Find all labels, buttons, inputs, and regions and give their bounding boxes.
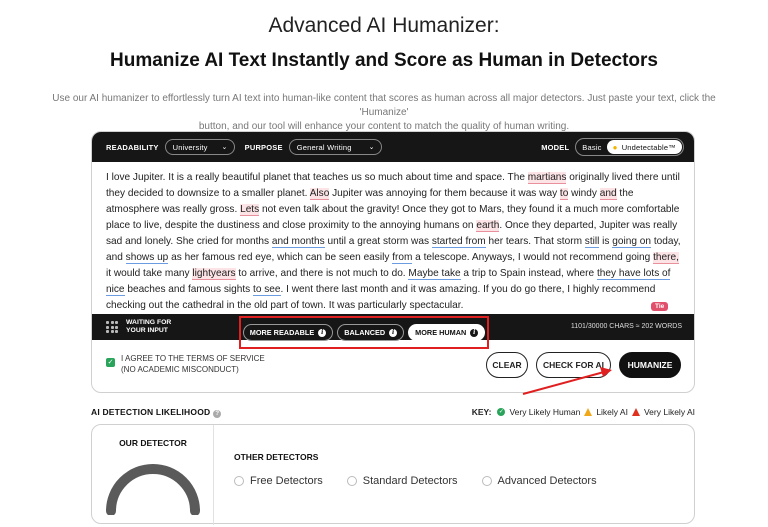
text-segment: Jupiter was annoying for them because it…: [329, 188, 560, 199]
readability-value: University: [172, 142, 208, 152]
tie-badge: Tie: [651, 302, 669, 311]
waiting-status: WAITING FOR YOUR INPUT: [126, 319, 171, 335]
style-highlight[interactable]: shows up: [125, 252, 169, 264]
mode-balanced-button[interactable]: BALANCED i: [337, 324, 405, 341]
mode-label: MORE HUMAN: [415, 328, 467, 337]
style-highlight[interactable]: still: [584, 236, 600, 248]
radio-label: Standard Detectors: [362, 475, 458, 487]
our-detector-title: OUR DETECTOR: [119, 438, 187, 448]
info-icon: i: [318, 328, 327, 337]
grammar-highlight[interactable]: earth: [476, 220, 500, 232]
detector-options: Free Detectors Standard Detectors Advanc…: [234, 475, 597, 487]
text-segment: beaches and famous sights: [124, 284, 254, 295]
text-segment: a trip to Spain instead, where: [460, 268, 597, 279]
grammar-highlight[interactable]: lightyears: [192, 268, 236, 280]
text-segment: windy: [568, 188, 600, 199]
text-segment: until a great storm was: [324, 236, 432, 247]
purpose-value: General Writing: [296, 142, 352, 152]
key-label: KEY:: [471, 407, 492, 417]
options-toolbar: READABILITY University ⌄ PURPOSE General…: [92, 132, 694, 162]
lightbulb-icon: ●: [612, 142, 618, 152]
style-highlight[interactable]: to see: [253, 284, 281, 296]
info-icon: i: [470, 328, 479, 337]
readability-select[interactable]: University ⌄: [164, 139, 235, 155]
terms-checkbox[interactable]: ✓: [106, 358, 115, 367]
text-segment: is: [599, 236, 613, 247]
text-segment: I love Jupiter. It is a really beautiful…: [106, 172, 528, 183]
info-icon: i: [389, 328, 398, 337]
detection-key: KEY: ✓ Very Likely Human Likely AI Very …: [472, 407, 695, 417]
radio-circle-icon: [346, 476, 357, 486]
page-subtitle: Humanize AI Text Instantly and Score as …: [110, 50, 658, 71]
status-bar: WAITING FOR YOUR INPUT MORE READABLE i BA…: [92, 314, 694, 349]
grammar-highlight[interactable]: and: [599, 188, 617, 200]
mode-label: BALANCED: [344, 328, 386, 337]
text-segment: to arrive, and there is not much to do.: [235, 268, 409, 279]
waiting-line: YOUR INPUT: [126, 327, 168, 334]
help-icon[interactable]: ?: [213, 410, 222, 418]
humanize-button[interactable]: HUMANIZE: [619, 352, 681, 378]
check-for-ai-button[interactable]: CHECK FOR AI: [536, 352, 611, 378]
model-toggle[interactable]: Basic ● Undetectable™: [575, 138, 684, 156]
char-count: 1101/30000 CHARS ≈ 202 WORDS: [570, 323, 682, 330]
warning-red-icon: [631, 408, 640, 416]
key-human: Very Likely Human: [509, 407, 581, 417]
grammar-highlight[interactable]: there,: [653, 252, 679, 264]
purpose-label: PURPOSE: [244, 142, 283, 152]
key-very-likely-ai: Very Likely AI: [643, 407, 695, 417]
readability-label: READABILITY: [106, 142, 159, 152]
grammar-highlight[interactable]: Also: [309, 188, 330, 200]
style-highlight[interactable]: and months: [271, 236, 325, 248]
purpose-select[interactable]: General Writing ⌄: [288, 139, 382, 155]
terms-label: I AGREE TO THE TERMS OF SERVICE (NO ACAD…: [121, 353, 265, 375]
ai-detection-title-text: AI DETECTION LIKELIHOOD: [91, 407, 211, 417]
text-segment: as her famous red eye, which can be seen…: [168, 252, 393, 263]
style-highlight[interactable]: from: [392, 252, 413, 264]
radio-label: Free Detectors: [250, 475, 323, 487]
text-segment: it would take many: [106, 268, 193, 279]
radio-circle-icon: [481, 476, 492, 486]
grid-icon: [106, 321, 118, 333]
ai-detection-title: AI DETECTION LIKELIHOOD?: [91, 407, 222, 418]
chevron-down-icon: ⌄: [368, 144, 375, 151]
detector-gauge: [106, 464, 200, 515]
page-title: Advanced AI Humanizer:: [268, 14, 500, 37]
radio-label: Advanced Detectors: [497, 475, 597, 487]
grammar-highlight[interactable]: Lets: [240, 204, 260, 216]
chevron-down-icon: ⌄: [221, 144, 228, 151]
style-highlight[interactable]: started from: [431, 236, 486, 248]
model-undetectable-option[interactable]: ● Undetectable™: [606, 140, 682, 154]
key-likely-ai: Likely AI: [596, 407, 628, 417]
clear-button[interactable]: CLEAR: [486, 352, 528, 378]
style-highlight[interactable]: Maybe take: [408, 268, 461, 280]
mode-more-human-button[interactable]: MORE HUMAN i: [408, 324, 486, 341]
our-detector-box: OUR DETECTOR: [92, 425, 214, 525]
text-editor[interactable]: I love Jupiter. It is a really beautiful…: [106, 170, 686, 314]
action-row: ✓ I AGREE TO THE TERMS OF SERVICE (NO AC…: [106, 350, 686, 380]
mode-selector: MORE READABLE i BALANCED i MORE HUMAN i: [239, 316, 489, 349]
waiting-line: WAITING FOR: [126, 319, 172, 326]
radio-free-detectors[interactable]: Free Detectors: [234, 475, 323, 487]
radio-advanced-detectors[interactable]: Advanced Detectors: [481, 475, 597, 487]
radio-standard-detectors[interactable]: Standard Detectors: [346, 475, 458, 487]
grammar-highlight[interactable]: martians: [527, 172, 567, 184]
check-circle-icon: ✓: [497, 408, 506, 416]
other-detectors-title: OTHER DETECTORS: [234, 452, 319, 462]
radio-circle-icon: [234, 476, 244, 486]
model-basic-option[interactable]: Basic: [577, 143, 606, 152]
mode-label: MORE READABLE: [249, 328, 315, 337]
terms-line: (NO ACADEMIC MISCONDUCT): [121, 365, 239, 374]
style-highlight[interactable]: going on: [612, 236, 652, 248]
text-segment: her tears. That storm: [485, 236, 585, 247]
page-description: Use our AI humanizer to effortlessly tur…: [40, 92, 728, 134]
model-label: MODEL: [541, 142, 570, 152]
humanizer-card: READABILITY University ⌄ PURPOSE General…: [91, 131, 695, 393]
terms-line: I AGREE TO THE TERMS OF SERVICE: [121, 354, 265, 363]
description-line: Use our AI humanizer to effortlessly tur…: [52, 93, 716, 118]
detection-panel: OUR DETECTOR OTHER DETECTORS Free Detect…: [91, 424, 695, 525]
model-undetectable-label: Undetectable™: [621, 142, 676, 152]
warning-orange-icon: [584, 408, 593, 416]
text-segment: a telescope. Anyways, I would not recomm…: [412, 252, 654, 263]
mode-more-readable-button[interactable]: MORE READABLE i: [242, 324, 334, 341]
